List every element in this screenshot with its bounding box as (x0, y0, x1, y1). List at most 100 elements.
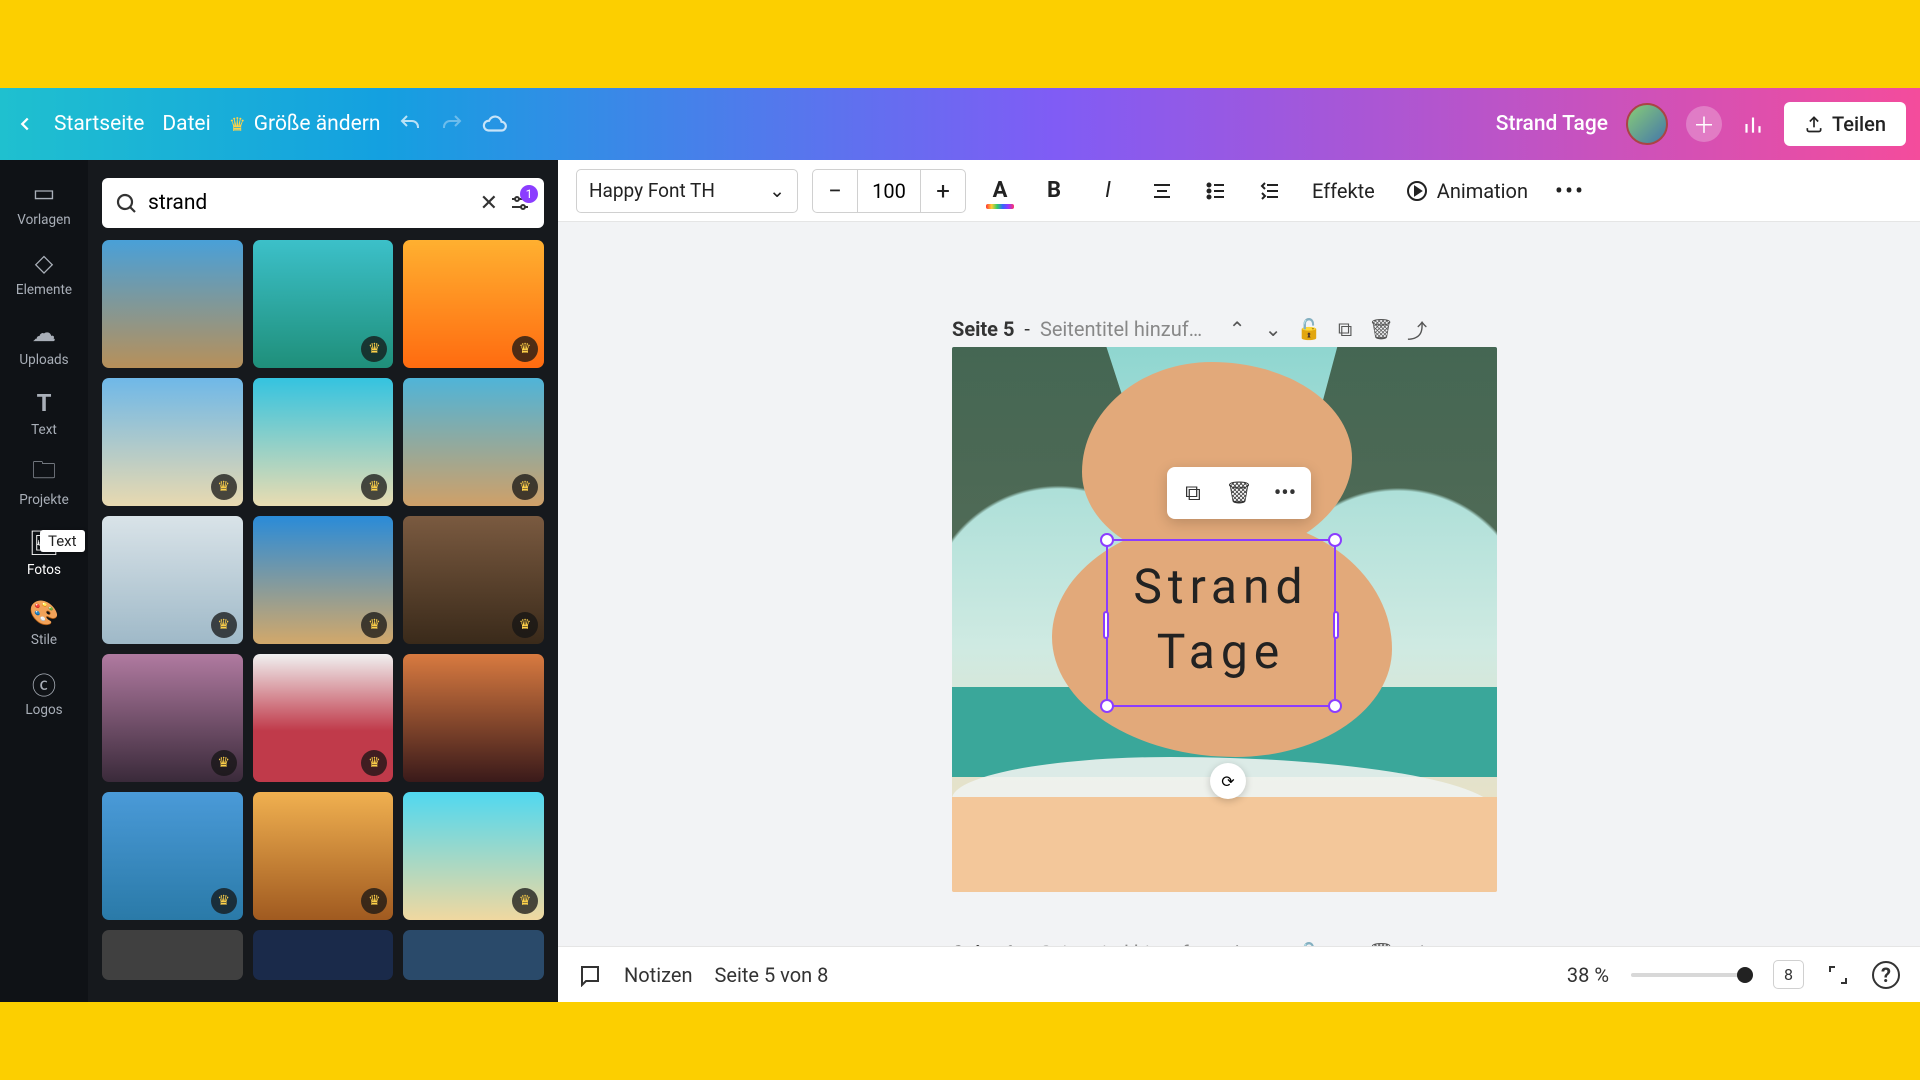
search-input[interactable] (148, 191, 470, 215)
photo-result[interactable]: ♛ (253, 792, 394, 920)
document-title[interactable]: Strand Tage (1496, 112, 1608, 136)
resize-handle-bl[interactable] (1100, 699, 1114, 713)
clear-search-button[interactable]: ✕ (480, 191, 498, 216)
rail-elements[interactable]: ◇ Elemente (4, 240, 84, 304)
file-label: Datei (162, 112, 210, 136)
insights-button[interactable] (1740, 111, 1766, 137)
file-menu[interactable]: Datei (162, 112, 210, 136)
undo-button[interactable] (398, 112, 422, 136)
align-button[interactable] (1142, 171, 1182, 211)
search-icon (114, 191, 138, 215)
rail-templates[interactable]: ▭ Vorlagen (4, 170, 84, 234)
canvas-text[interactable]: Strand Tage (1108, 541, 1334, 685)
list-button[interactable] (1196, 171, 1236, 211)
duplicate-page-button[interactable]: ⧉ (1330, 314, 1360, 344)
page-5-sep: - (1024, 317, 1030, 341)
more-icon: ••• (1274, 481, 1296, 506)
premium-badge-icon: ♛ (361, 336, 387, 362)
rail-uploads-label: Uploads (19, 352, 68, 368)
font-size-input[interactable] (857, 170, 921, 212)
photo-result[interactable] (403, 654, 544, 782)
resize-handle-right[interactable] (1333, 611, 1339, 639)
redo-icon (440, 112, 464, 136)
lock-page-button[interactable]: 🔓 (1294, 938, 1324, 946)
rail-logos-label: Logos (25, 702, 62, 718)
collapse-up-button[interactable]: ⌃ (1222, 314, 1252, 344)
notes-button[interactable]: Notizen (624, 963, 693, 987)
font-size-decrease[interactable]: − (813, 170, 857, 212)
photo-result[interactable]: ♛ (253, 654, 394, 782)
animation-button[interactable]: Animation (1397, 171, 1536, 211)
italic-button[interactable]: I (1088, 171, 1128, 211)
user-avatar[interactable] (1626, 103, 1668, 145)
expand-down-button[interactable]: ⌄ (1258, 314, 1288, 344)
photo-result[interactable]: ♛ (403, 792, 544, 920)
delete-page-button[interactable]: 🗑 (1366, 938, 1396, 946)
home-button[interactable]: Startseite (54, 112, 144, 136)
lock-page-button[interactable]: 🔓 (1294, 314, 1324, 344)
photo-result[interactable]: ♛ (403, 516, 544, 644)
resize-handle-tr[interactable] (1328, 533, 1342, 547)
design-canvas[interactable]: ⧉ 🗑 ••• Strand Tage (952, 347, 1497, 892)
collapse-up-button[interactable]: ⌃ (1222, 938, 1252, 946)
resize-handle-tl[interactable] (1100, 533, 1114, 547)
page-6-title-placeholder[interactable]: Seitentitel hinzuf… (1040, 941, 1202, 946)
delete-page-button[interactable]: 🗑 (1366, 314, 1396, 344)
export-page-button[interactable]: ⤴ (1402, 938, 1432, 946)
duplicate-page-button[interactable]: ⧉ (1330, 938, 1360, 946)
zoom-value[interactable]: 38 % (1567, 963, 1609, 987)
help-button[interactable]: ? (1872, 961, 1900, 989)
page-count-button[interactable]: 8 (1773, 960, 1804, 989)
photo-result[interactable] (253, 930, 394, 980)
photo-result[interactable]: ♛ (253, 240, 394, 368)
resize-button[interactable]: ♛ Größe ändern (229, 112, 381, 136)
font-select[interactable]: Happy Font TH ⌄ (576, 169, 798, 213)
resize-handle-br[interactable] (1328, 699, 1342, 713)
fullscreen-button[interactable] (1826, 963, 1850, 987)
canvas-area[interactable]: Seite 5 - Seitentitel hinzuf… ⌃ ⌄ 🔓 ⧉ 🗑 … (558, 222, 1920, 946)
cloud-sync-button[interactable] (482, 111, 508, 137)
canvas-text-line2: Tage (1108, 620, 1334, 685)
font-size-increase[interactable]: + (921, 170, 965, 212)
rail-text[interactable]: T Text (4, 380, 84, 444)
photo-result[interactable]: ♛ (403, 378, 544, 506)
bold-button[interactable]: B (1034, 171, 1074, 211)
rail-uploads[interactable]: ☁ Uploads (4, 310, 84, 374)
photo-result[interactable]: ♛ (403, 240, 544, 368)
photo-result[interactable] (102, 930, 243, 980)
filter-button[interactable]: 1 (508, 191, 532, 215)
font-name: Happy Font TH (589, 179, 715, 202)
resize-handle-left[interactable] (1103, 611, 1109, 639)
effects-button[interactable]: Effekte (1304, 171, 1383, 211)
rail-styles[interactable]: 🎨 Stile (4, 590, 84, 654)
photo-result[interactable]: ♛ (102, 516, 243, 644)
delete-element-button[interactable]: 🗑 (1217, 471, 1261, 515)
back-button[interactable] (14, 113, 36, 135)
zoom-slider[interactable] (1631, 973, 1751, 977)
photo-result[interactable] (403, 930, 544, 980)
element-more-button[interactable]: ••• (1263, 471, 1307, 515)
text-selection-box[interactable]: Strand Tage (1106, 539, 1336, 707)
spacing-button[interactable] (1250, 171, 1290, 211)
add-member-button[interactable]: ＋ (1686, 106, 1722, 142)
rotate-handle[interactable]: ⟳ (1210, 763, 1246, 799)
photo-result[interactable]: ♛ (102, 654, 243, 782)
rail-projects[interactable]: 🗀 Projekte (4, 450, 84, 514)
photo-result[interactable]: ♛ (253, 378, 394, 506)
share-button[interactable]: Teilen (1784, 102, 1906, 146)
photo-result[interactable] (102, 240, 243, 368)
photo-result[interactable]: ♛ (102, 378, 243, 506)
redo-button[interactable] (440, 112, 464, 136)
photo-result[interactable]: ♛ (102, 792, 243, 920)
photo-result[interactable]: ♛ (253, 516, 394, 644)
expand-down-button[interactable]: ⌄ (1258, 938, 1288, 946)
page-5-title-placeholder[interactable]: Seitentitel hinzuf… (1040, 317, 1202, 341)
undo-icon (398, 112, 422, 136)
rail-logos[interactable]: ⓒ Logos (4, 660, 84, 724)
export-page-button[interactable]: ⤴ (1402, 314, 1432, 344)
more-button[interactable]: ••• (1550, 171, 1590, 211)
zoom-thumb[interactable] (1737, 967, 1753, 983)
text-color-button[interactable]: A (980, 171, 1020, 211)
page-indicator[interactable]: Seite 5 von 8 (715, 963, 829, 987)
duplicate-element-button[interactable]: ⧉ (1171, 471, 1215, 515)
